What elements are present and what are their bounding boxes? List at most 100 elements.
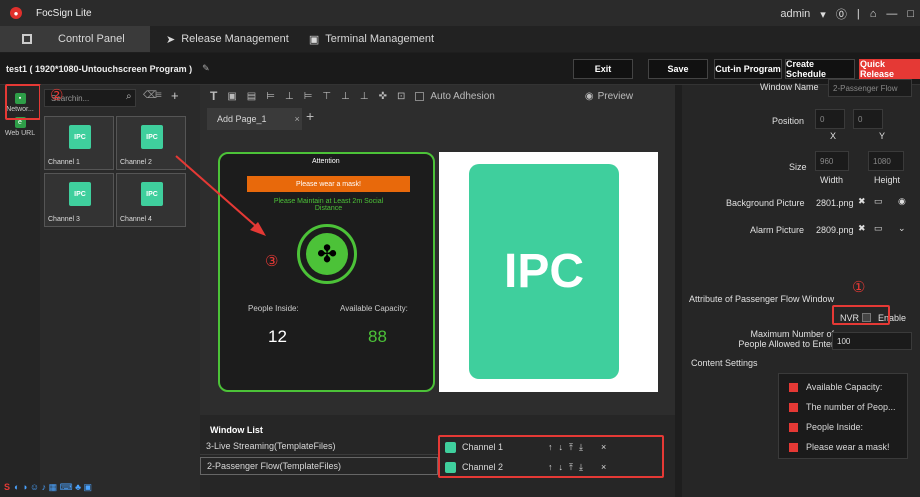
exit-button[interactable]: Exit xyxy=(573,59,633,79)
row-name: 2-Passenger Flow(TemplateFiles) xyxy=(207,461,342,471)
user-dropdown-icon[interactable]: ▾ xyxy=(820,8,826,21)
window-name-label: Window Name xyxy=(760,82,819,92)
live-streaming-window[interactable]: IPC xyxy=(439,152,658,392)
pos-x-field[interactable]: 0 xyxy=(815,109,845,129)
tile-label: Channel 3 xyxy=(48,216,80,223)
content-item[interactable]: Available Capacity: xyxy=(789,382,883,393)
content-item[interactable]: People Inside: xyxy=(789,422,863,433)
content-item[interactable]: The number of Peop... xyxy=(789,402,896,413)
checkbox-checked[interactable] xyxy=(789,443,798,453)
auto-adhesion-label: Auto Adhesion xyxy=(430,90,495,102)
clear-icon[interactable]: ✖ xyxy=(858,196,866,207)
cut-in-program-button[interactable]: Cut-in Program xyxy=(714,59,782,79)
view-icon[interactable]: ◉ xyxy=(898,196,906,207)
preview-label[interactable]: Preview xyxy=(598,91,634,102)
app-logo-icon: ● xyxy=(10,7,22,19)
x-label: X xyxy=(830,131,837,141)
tab-label: Terminal Management xyxy=(325,33,435,45)
save-button[interactable]: Save xyxy=(648,59,708,79)
add-icon[interactable]: + xyxy=(171,88,179,103)
monitor-icon: ▣ xyxy=(308,33,320,46)
content-list: Available Capacity: The number of Peop..… xyxy=(778,373,908,459)
background-picture-label: Background Picture xyxy=(726,198,805,208)
tile-label: Channel 4 xyxy=(120,216,152,223)
align-left-icon[interactable]: ⊨ xyxy=(266,91,275,102)
content-item-label: The number of Peop... xyxy=(806,402,896,412)
align-right-icon[interactable]: ⊨ xyxy=(304,91,313,102)
capacity-value: 88 xyxy=(368,327,387,346)
edit-icon[interactable]: ✎ xyxy=(202,63,210,74)
center-icon[interactable]: ✜ xyxy=(379,91,387,102)
page-tab[interactable]: Add Page_1 × xyxy=(207,108,302,130)
expand-icon[interactable]: ⌄ xyxy=(898,223,906,234)
size-label: Size xyxy=(789,162,807,172)
checkbox-checked[interactable] xyxy=(789,383,798,393)
align-top-icon[interactable]: ⊤ xyxy=(322,91,331,102)
alarm-picture-value: 2809.png xyxy=(816,225,854,235)
program-title: test1 ( 1920*1080-Untouchscreen Program … xyxy=(6,63,193,74)
content-item-label: Available Capacity: xyxy=(806,382,883,392)
window-name-field[interactable]: 2-Passenger Flow xyxy=(828,79,912,97)
width-field[interactable]: 960 xyxy=(815,151,849,171)
people-inside-label: People Inside: xyxy=(248,304,299,313)
program-toolbar: test1 ( 1920*1080-Untouchscreen Program … xyxy=(0,53,920,85)
align-center-icon[interactable]: ⊥ xyxy=(285,91,294,102)
walking-icon: ✤ xyxy=(297,224,357,284)
clear-icon[interactable]: ✖ xyxy=(858,223,866,234)
editor-toolbar: T ▣ ▤ ⊨ ⊥ ⊨ ⊤ ⊥ ⊥ ✜ ⊡ Auto Adhesion ◉ Pr… xyxy=(200,85,675,107)
row-name: 3-Live Streaming(TemplateFiles) xyxy=(206,440,336,451)
max-people-field[interactable]: 100 xyxy=(832,332,912,350)
add-page-icon[interactable]: + xyxy=(306,108,314,124)
height-label: Height xyxy=(874,175,901,185)
list-view-icon[interactable]: ≡ xyxy=(156,90,162,101)
align-middle-icon[interactable]: ⊥ xyxy=(341,91,350,102)
align-bottom-icon[interactable]: ⊥ xyxy=(360,91,369,102)
channel-tile[interactable]: IPC Channel 1 xyxy=(44,116,114,170)
fit-icon[interactable]: ⊡ xyxy=(397,91,405,102)
annotation-box xyxy=(832,305,890,325)
quick-release-button[interactable]: Quick Release xyxy=(859,59,920,79)
page-tab-label: Add Page_1 xyxy=(217,114,267,124)
tab-control-panel[interactable]: Control Panel xyxy=(0,26,150,52)
folder-icon[interactable]: ▭ xyxy=(874,196,883,207)
window-list-row[interactable]: 2-Passenger Flow(TemplateFiles) xyxy=(200,457,438,475)
checkbox-checked[interactable] xyxy=(789,403,798,413)
background-picture-value: 2801.png xyxy=(816,198,854,208)
annotation-box xyxy=(438,435,664,478)
height-field[interactable]: 1080 xyxy=(868,151,904,171)
search-icon[interactable]: ⌕ xyxy=(126,91,132,102)
ime-logo-icon[interactable]: S xyxy=(4,482,10,492)
lock-icon[interactable]: ⌂ xyxy=(870,8,877,20)
checkbox-checked[interactable] xyxy=(789,423,798,433)
tile-label: Channel 2 xyxy=(120,159,152,166)
tab-terminal-management[interactable]: ▣ Terminal Management xyxy=(299,26,444,52)
pos-y-field[interactable]: 0 xyxy=(853,109,883,129)
user-name[interactable]: admin xyxy=(780,8,810,20)
y-label: Y xyxy=(879,131,886,141)
channel-tile[interactable]: IPC Channel 3 xyxy=(44,173,114,227)
image-tool-icon[interactable]: ▤ xyxy=(247,91,256,102)
help-icon[interactable]: ⓪ xyxy=(836,6,847,22)
ipc-icon: IPC xyxy=(141,125,163,149)
create-schedule-button[interactable]: Create Schedule xyxy=(785,59,855,79)
attention-title: Attention xyxy=(312,158,340,165)
ime-status-icons[interactable]: ◐ ◑ ☺ ♪ ▦ ⌨ ♣ ▣ xyxy=(14,482,92,493)
minimize-icon[interactable]: — xyxy=(886,8,897,20)
folder-icon[interactable]: ▭ xyxy=(874,223,883,234)
alarm-picture-label: Alarm Picture xyxy=(750,225,805,235)
content-item[interactable]: Please wear a mask! xyxy=(789,442,890,453)
window-list-row[interactable]: 3-Live Streaming(TemplateFiles) xyxy=(200,437,438,455)
text-tool-icon[interactable]: T xyxy=(210,89,217,103)
preview-eye-icon[interactable]: ◉ xyxy=(585,91,594,102)
maximize-icon[interactable]: □ xyxy=(907,8,914,20)
annotation-1: ① xyxy=(852,279,866,296)
tab-label: Release Management xyxy=(181,33,289,45)
auto-adhesion-checkbox[interactable] xyxy=(415,91,425,101)
close-icon[interactable]: × xyxy=(295,114,300,124)
max-people-label: Maximum Number of People Allowed to Ente… xyxy=(738,329,834,349)
send-icon: ➤ xyxy=(166,33,176,46)
tab-release-management[interactable]: ➤ Release Management xyxy=(156,26,299,52)
annotation-box xyxy=(5,84,41,120)
doc-tool-icon[interactable]: ▣ xyxy=(227,91,236,102)
ipc-icon: IPC xyxy=(141,182,163,206)
